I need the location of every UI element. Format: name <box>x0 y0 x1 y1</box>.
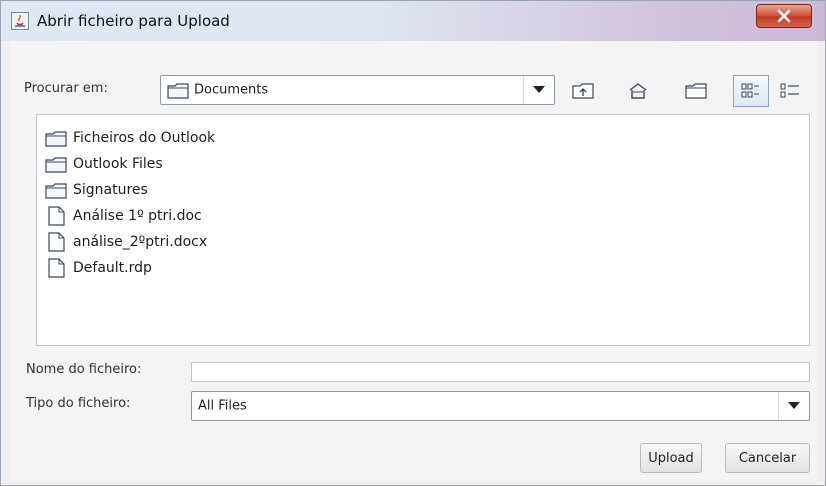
filename-label: Nome do ficheiro: <box>26 362 142 377</box>
home-button[interactable] <box>620 75 656 107</box>
cancel-button[interactable]: Cancelar <box>725 443 810 473</box>
home-icon <box>629 83 647 99</box>
list-item-file[interactable]: Análise 1º ptri.doc <box>45 205 202 227</box>
folder-icon <box>45 156 67 173</box>
file-list[interactable]: Ficheiros do Outlook Outlook Files Signa… <box>36 114 810 346</box>
list-item-file[interactable]: análise_2ºptri.docx <box>45 231 207 253</box>
up-folder-icon <box>572 83 594 99</box>
file-icon <box>48 232 65 252</box>
upload-button[interactable]: Upload <box>640 443 702 473</box>
look-in-dropdown[interactable] <box>523 76 554 104</box>
java-app-icon <box>11 12 29 30</box>
details-view-button[interactable] <box>772 75 808 107</box>
look-in-combo[interactable]: Documents <box>160 75 555 105</box>
list-view-button[interactable] <box>733 75 769 107</box>
filetype-label: Tipo do ficheiro: <box>26 396 131 411</box>
folder-icon <box>45 130 67 147</box>
window-title: Abrir ficheiro para Upload <box>37 12 230 30</box>
folder-icon <box>167 83 189 99</box>
filetype-combo[interactable]: All Files <box>191 391 810 421</box>
filetype-dropdown[interactable] <box>778 392 809 420</box>
close-button[interactable] <box>756 4 812 28</box>
list-item-name: Análise 1º ptri.doc <box>73 208 202 224</box>
new-folder-icon <box>685 83 707 99</box>
up-folder-button[interactable] <box>565 75 601 107</box>
list-item-folder[interactable]: Ficheiros do Outlook <box>45 127 215 149</box>
list-item-file[interactable]: Default.rdp <box>45 257 152 279</box>
close-icon <box>777 9 791 23</box>
list-view-icon <box>741 83 759 98</box>
dialog-content: Procurar em: Documents Ficheiros do Outl… <box>10 41 818 481</box>
list-item-name: análise_2ºptri.docx <box>73 234 208 250</box>
chevron-down-icon <box>788 402 800 409</box>
list-item-name: Outlook Files <box>73 156 163 172</box>
file-icon <box>48 206 65 226</box>
title-bar[interactable]: Abrir ficheiro para Upload <box>1 1 825 41</box>
list-item-name: Default.rdp <box>73 260 152 276</box>
list-item-name: Signatures <box>73 182 148 198</box>
file-chooser-dialog: Abrir ficheiro para Upload Procurar em: … <box>0 0 826 486</box>
filetype-value: All Files <box>198 398 247 414</box>
list-item-folder[interactable]: Signatures <box>45 179 148 201</box>
look-in-value: Documents <box>194 82 269 98</box>
look-in-label: Procurar em: <box>24 81 108 96</box>
folder-icon <box>45 182 67 199</box>
chevron-down-icon <box>533 86 545 93</box>
filename-input[interactable] <box>191 362 810 382</box>
list-item-name: Ficheiros do Outlook <box>73 130 216 146</box>
list-item-folder[interactable]: Outlook Files <box>45 153 163 175</box>
file-icon <box>48 258 65 278</box>
new-folder-button[interactable] <box>678 75 714 107</box>
details-view-icon <box>780 83 799 98</box>
